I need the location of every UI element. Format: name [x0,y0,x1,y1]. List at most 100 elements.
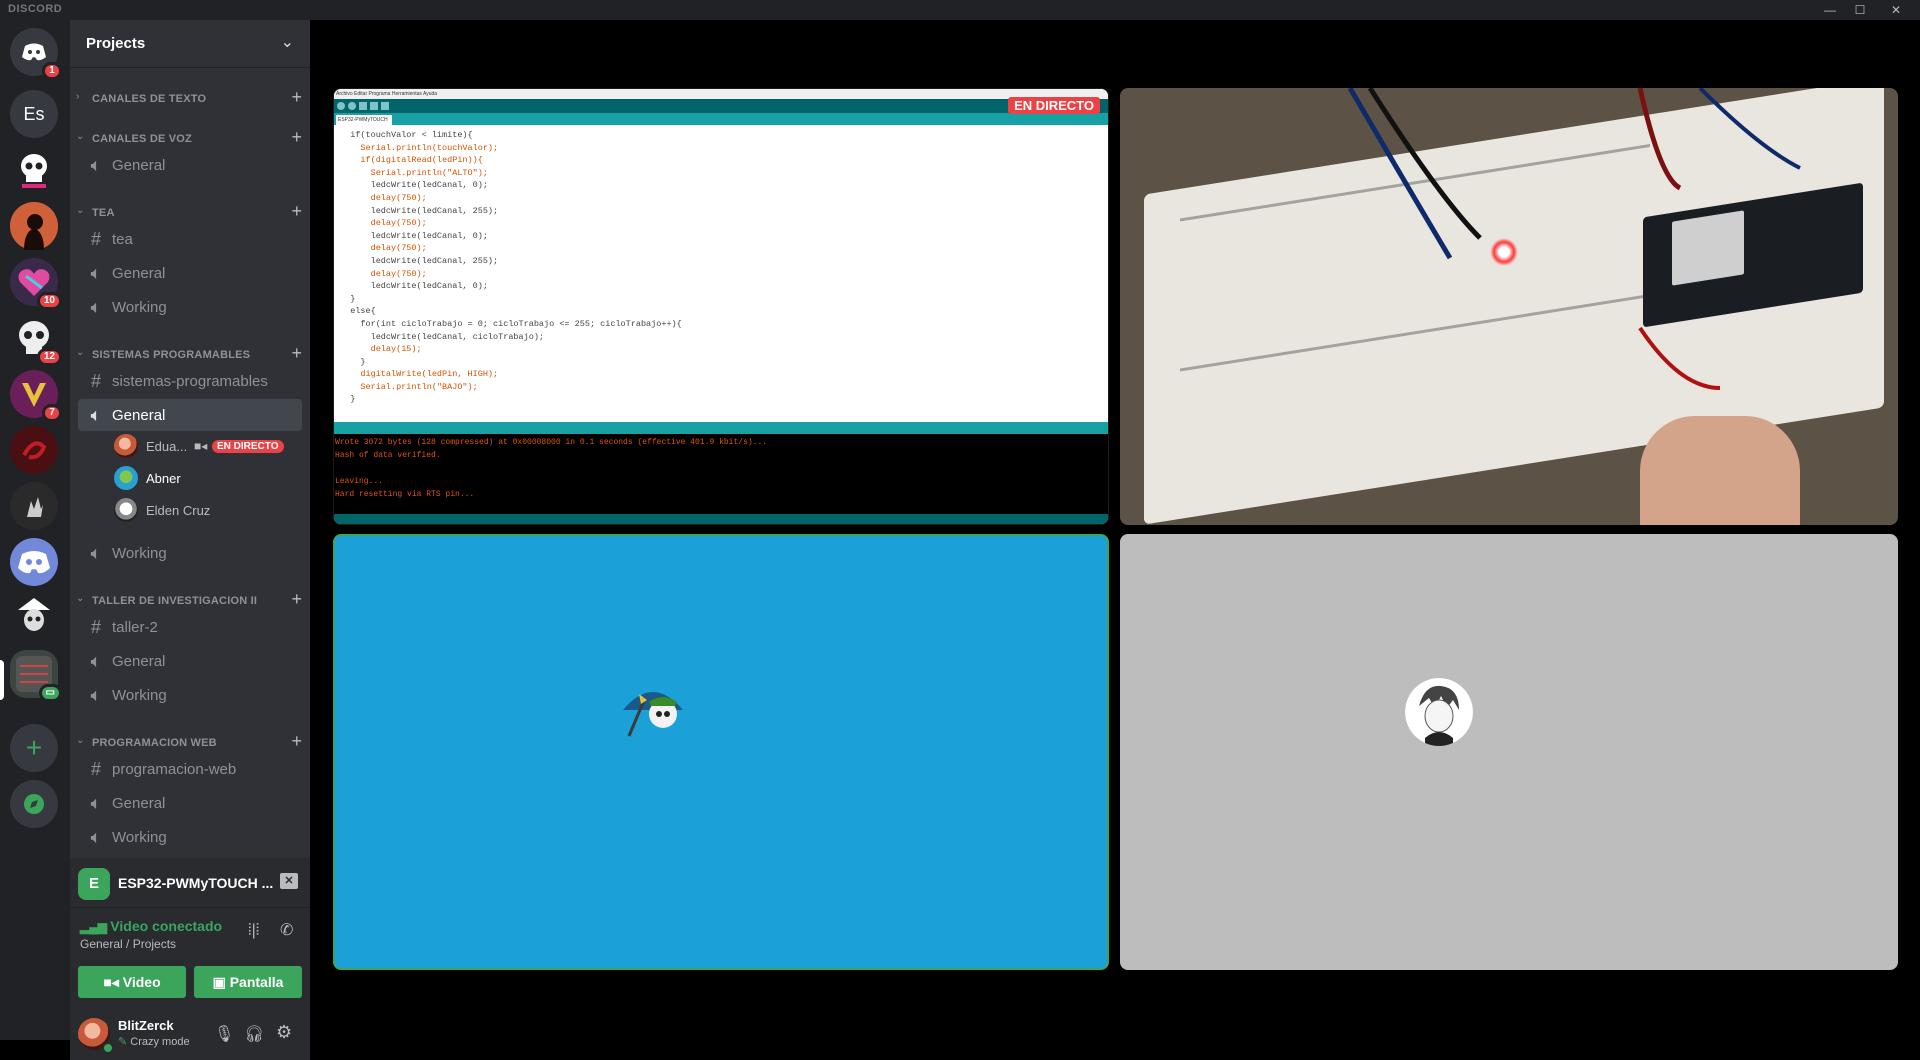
speaker-icon: 🔈︎ [90,827,102,847]
channel-tea-working[interactable]: 🔈︎ Working [78,291,302,323]
console-line: Hash of data verified. [335,451,441,460]
server-label: Es [23,103,45,124]
voice-user-name: Edua... [146,439,188,454]
participant-tile-abner[interactable] [333,534,1109,970]
code-line: Serial.println("ALTO"); [340,167,488,178]
channel-label: Working [112,299,167,316]
channel-label: General [112,265,166,282]
category-label: TALLER DE INVESTIGACION II [92,595,258,607]
channel-web-working[interactable]: 🔈︎ Working [78,821,302,853]
create-channel-icon[interactable]: + [291,87,302,108]
server-pirate[interactable] [10,594,58,642]
create-channel-icon[interactable]: + [291,731,302,752]
silhouette-icon [10,202,58,250]
code-line: ledcWrite(ledCanal, cicloTrabajo); [340,331,545,342]
voice-user-abner[interactable]: Abner [114,462,302,490]
chevron-down-icon[interactable]: ⌄ [281,32,294,52]
compass-icon [24,794,44,814]
guild-header[interactable]: Projects ⌄ [70,20,310,68]
server-es[interactable]: Es [10,90,58,138]
channel-web-general[interactable]: 🔈︎ General [78,787,302,819]
ide-console: Wrote 3072 bytes (128 compressed) at 0x0… [334,434,1108,514]
console-line: Hard resetting via RTS pin... [335,490,475,499]
pin-icon: ✎ [118,1036,131,1048]
category-label: TEA [92,207,115,219]
stream-title: ESP32-PWMyTOUCH ... [118,875,274,891]
screen-share-label: Pantalla [229,974,284,990]
video-button-label: Video [122,974,161,990]
create-channel-icon[interactable]: + [291,343,302,364]
screen-share-icon: ▣ [212,974,230,990]
category-programacion-web[interactable]: ⌄ PROGRAMACION WEB + [74,731,306,752]
create-channel-icon[interactable]: + [291,201,302,222]
stream-tile-code[interactable]: Archivo Editar Programa Herramientas Ayu… [333,88,1109,525]
screen-share-button[interactable]: ▣ Pantalla [194,966,302,998]
noise-suppression-icon[interactable]: ⦙|⦙ [248,922,259,940]
hashtag-icon: # [90,371,101,391]
category-canales-voz[interactable]: ⌄ CANALES DE VOZ + [74,127,306,148]
pirate-icon [18,598,50,631]
code-line: ledcWrite(ledCanal, 0); [340,281,488,292]
video-stage: Archivo Editar Programa Herramientas Ayu… [310,20,1920,1040]
channel-tea[interactable]: # tea [78,223,302,255]
server-rail: 1 Es 10 12 7 ▭ + [0,20,70,1040]
channel-taller-working[interactable]: 🔈︎ Working [78,679,302,711]
code-line: for(int cicloTrabajo = 0; cicloTrabajo <… [340,318,682,329]
home-button[interactable]: 1 [10,28,62,80]
discord-logo-icon [22,43,46,61]
finger-image [1640,416,1800,525]
category-canales-texto[interactable]: › CANALES DE TEXTO + [74,87,306,108]
participant-tile-elden-cruz[interactable] [1120,534,1898,970]
category-sistemas[interactable]: ⌄ SISTEMAS PROGRAMABLES + [74,343,306,364]
title-bar: DISCORD — ☐ ✕ [0,0,1920,20]
server-heart[interactable]: 10 [10,258,62,310]
server-discord[interactable] [10,538,58,586]
add-server-button[interactable]: + [10,724,58,772]
create-channel-icon[interactable]: + [291,589,302,610]
server-v[interactable]: 7 [10,370,62,422]
video-tile-camera[interactable] [1120,88,1898,525]
code-line: if(touchValor < limite){ [340,130,473,140]
category-taller[interactable]: ⌄ TALLER DE INVESTIGACION II + [74,589,306,610]
microphone-icon[interactable]: 🎙︎ [214,1024,234,1044]
avatar [114,466,138,490]
channel-taller-general[interactable]: 🔈︎ General [78,645,302,677]
server-white-skull[interactable]: 12 [10,314,62,366]
channel-label: taller-2 [112,619,158,636]
stop-watching-icon[interactable]: ✕ [280,873,298,889]
server-red[interactable] [10,426,58,474]
custom-status-label: Crazy mode [130,1036,190,1048]
red-led-image [1490,238,1518,266]
channel-programacion-web[interactable]: # programacion-web [78,753,302,785]
channel-sistemas-general[interactable]: 🔈︎ General [78,399,302,431]
channel-sistemas-working[interactable]: 🔈︎ Working [78,537,302,569]
create-channel-icon[interactable]: + [291,127,302,148]
video-button[interactable]: ■◂ Video [78,966,186,998]
server-projects[interactable]: ▭ [10,650,62,702]
category-tea[interactable]: ⌄ TEA + [74,201,306,222]
server-hand[interactable] [10,482,58,530]
server-profile[interactable] [10,202,58,250]
maximize-button[interactable]: ☐ [1846,0,1874,20]
chevron-down-icon: ⌄ [76,735,85,746]
channel-tea-general[interactable]: 🔈︎ General [78,257,302,289]
disconnect-icon[interactable]: ✆ [280,920,293,940]
channel-sistemas-programables[interactable]: # sistemas-programables [78,365,302,397]
code-line: Serial.println("BAJO"); [340,381,478,392]
minimize-button[interactable]: — [1816,0,1844,20]
voice-user-elden-cruz[interactable]: Elden Cruz [114,494,302,522]
voice-location[interactable]: General / Projects [80,937,176,951]
voice-user-edua[interactable]: Edua... ■◂ EN DIRECTO [114,430,302,458]
stream-panel[interactable]: E ESP32-PWMyTOUCH ... ✕ [70,858,310,908]
online-status-icon [102,1042,114,1054]
code-line: else{ [340,306,376,317]
ide-tabs: ESP32-PWMyTOUCH [334,113,1108,125]
channel-label: sistemas-programables [112,373,268,390]
channel-taller-2[interactable]: # taller-2 [78,611,302,643]
headphones-icon[interactable]: 🎧︎ [244,1024,264,1044]
channel-voice-general[interactable]: 🔈︎ General [78,149,302,181]
voice-user-name: Abner [146,471,181,486]
server-skull[interactable] [10,146,58,194]
close-window-button[interactable]: ✕ [1882,0,1910,20]
explore-servers-button[interactable] [10,780,58,828]
